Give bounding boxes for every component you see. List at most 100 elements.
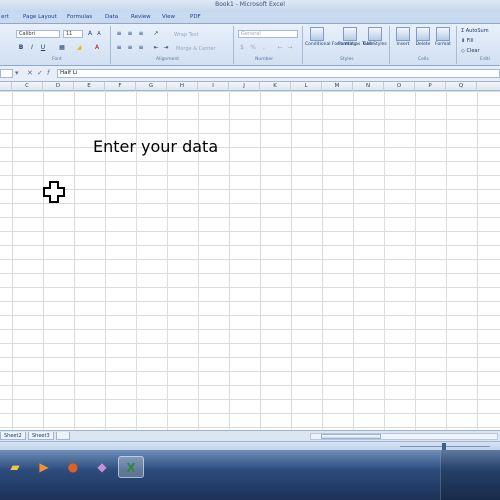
folder-icon[interactable]: ▰: [2, 456, 28, 478]
align-top-icon[interactable]: ≡: [115, 30, 123, 38]
align-bottom-icon[interactable]: ≡: [137, 30, 145, 38]
cells-group-label: Cells: [418, 57, 429, 62]
enter-icon[interactable]: ✓: [37, 69, 43, 77]
cell-text[interactable]: Enter your data: [93, 137, 218, 156]
tab-review[interactable]: Review: [131, 14, 151, 20]
namebox-dropdown-icon[interactable]: ▾: [15, 69, 19, 77]
font-group-label: Font: [52, 57, 62, 62]
comma-icon[interactable]: ,: [260, 44, 268, 52]
align-center-icon[interactable]: ≡: [126, 44, 134, 52]
decrease-indent-icon[interactable]: ⇤: [152, 44, 160, 52]
column-header-cell[interactable]: P: [415, 82, 446, 91]
tab-pdf[interactable]: PDF: [190, 14, 201, 20]
column-header-cell[interactable]: G: [136, 82, 167, 91]
tab-data[interactable]: Data: [105, 14, 118, 20]
editing-group-label: Editi: [480, 57, 490, 62]
firefox-icon[interactable]: ●: [60, 456, 86, 478]
font-name-select[interactable]: Calibri: [16, 30, 60, 38]
column-header-cell[interactable]: E: [74, 82, 105, 91]
column-header-cell[interactable]: [477, 82, 500, 91]
increase-decimal-icon[interactable]: ←: [276, 44, 284, 52]
app-icon[interactable]: ◆: [89, 456, 115, 478]
sheet-tab[interactable]: Sheet2: [0, 432, 26, 440]
cell-styles-icon: [368, 27, 382, 41]
fill-button[interactable]: ⬇ Fill: [461, 38, 473, 44]
currency-icon[interactable]: $: [238, 44, 246, 52]
wrap-text-button[interactable]: Wrap Text: [174, 32, 199, 38]
sheet-tab[interactable]: Sheet3: [28, 432, 54, 440]
horizontal-scrollbar[interactable]: [310, 433, 498, 440]
borders-icon[interactable]: ▦: [58, 44, 66, 52]
fill-color-icon[interactable]: ◢: [75, 44, 83, 52]
autosum-button[interactable]: Σ AutoSum: [461, 28, 489, 34]
cell-styles-button[interactable]: Cell Styles: [363, 27, 387, 47]
align-right-icon[interactable]: ≡: [137, 44, 145, 52]
column-header-cell[interactable]: M: [322, 82, 353, 91]
tab-insert[interactable]: ert: [1, 14, 9, 20]
bold-button[interactable]: B: [17, 44, 25, 52]
orientation-icon[interactable]: ↗: [152, 30, 160, 38]
formula-input[interactable]: Half Li: [57, 69, 500, 78]
window-title: Book1 - Microsoft Excel: [215, 1, 285, 8]
font-size-select[interactable]: 11: [63, 30, 83, 38]
worksheet-grid[interactable]: [0, 91, 500, 430]
italic-button[interactable]: I: [28, 44, 36, 52]
column-header-cell[interactable]: K: [260, 82, 291, 91]
format-cells-icon: [436, 27, 450, 41]
tab-view[interactable]: View: [162, 14, 175, 20]
group-separator: [110, 26, 111, 64]
column-header-cell[interactable]: L: [291, 82, 322, 91]
decrease-decimal-icon[interactable]: →: [286, 44, 294, 52]
tab-page-layout[interactable]: Page Layout: [23, 14, 57, 20]
styles-group-label: Styles: [340, 57, 354, 62]
grow-font-button[interactable]: A: [86, 30, 94, 38]
column-header-cell[interactable]: J: [229, 82, 260, 91]
number-group-label: Number: [255, 57, 274, 62]
insert-function-icon[interactable]: f: [47, 69, 49, 77]
delete-cells-icon: [416, 27, 430, 41]
column-header-cell[interactable]: D: [43, 82, 74, 91]
group-separator: [233, 26, 234, 64]
cell-select-cursor-icon: [43, 181, 65, 203]
system-tray: [440, 450, 500, 500]
insert-cells-icon: [396, 27, 410, 41]
media-player-icon[interactable]: ▶: [31, 456, 57, 478]
format-as-table-button[interactable]: Format as Table: [338, 27, 373, 47]
align-middle-icon[interactable]: ≡: [126, 30, 134, 38]
column-header-cell[interactable]: H: [167, 82, 198, 91]
name-box[interactable]: [0, 69, 13, 78]
font-color-icon[interactable]: A: [93, 44, 101, 52]
sheet-tab-bar: Sheet2 Sheet3: [0, 430, 500, 441]
cancel-icon[interactable]: ✕: [27, 69, 33, 77]
column-header-cell[interactable]: N: [353, 82, 384, 91]
align-left-icon[interactable]: ≡: [115, 44, 123, 52]
title-bar: Book1 - Microsoft Excel: [0, 0, 500, 12]
column-header: C D E F G H I J K L M N O P Q: [0, 82, 500, 91]
conditional-formatting-icon: [310, 27, 324, 41]
increase-indent-icon[interactable]: ⇥: [162, 44, 170, 52]
column-header-cell[interactable]: [0, 82, 12, 91]
tab-formulas[interactable]: Formulas: [67, 14, 92, 20]
percent-icon[interactable]: %: [249, 44, 257, 52]
ribbon-tabs: ert Page Layout Formulas Data Review Vie…: [0, 12, 500, 24]
column-header-cell[interactable]: I: [198, 82, 229, 91]
group-separator: [456, 26, 457, 64]
conditional-formatting-button[interactable]: Conditional Formatting: [305, 27, 357, 47]
number-format-select[interactable]: General: [238, 30, 298, 38]
scrollbar-thumb[interactable]: [321, 434, 381, 439]
column-header-cell[interactable]: O: [384, 82, 415, 91]
clear-button[interactable]: ◇ Clear: [461, 48, 480, 54]
merge-center-button[interactable]: Merge & Center: [176, 46, 216, 52]
column-header-cell[interactable]: C: [12, 82, 43, 91]
shrink-font-button[interactable]: A: [95, 30, 103, 38]
ribbon: Calibri 11 A A B I U ▦ ◢ A Font ≡ ≡ ≡ ↗ …: [0, 24, 500, 66]
group-separator: [389, 26, 390, 64]
taskbar: ▰ ▶ ● ◆ X: [0, 450, 500, 500]
zoom-slider-thumb[interactable]: [442, 443, 446, 450]
format-button[interactable]: Format: [431, 27, 455, 47]
insert-sheet-icon[interactable]: [56, 432, 70, 440]
column-header-cell[interactable]: Q: [446, 82, 477, 91]
underline-button[interactable]: U: [39, 44, 47, 52]
column-header-cell[interactable]: F: [105, 82, 136, 91]
excel-icon[interactable]: X: [118, 456, 144, 478]
